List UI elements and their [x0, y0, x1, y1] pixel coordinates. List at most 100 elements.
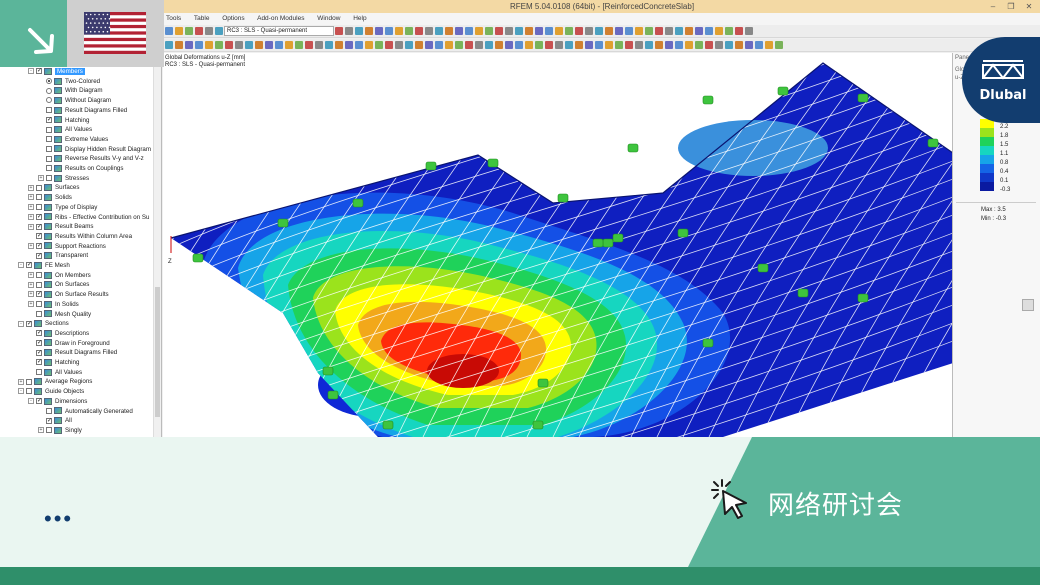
- collapse-icon[interactable]: -: [28, 398, 34, 405]
- toolbar-button-icon[interactable]: [425, 41, 433, 49]
- toolbar-button-icon[interactable]: [675, 41, 683, 49]
- tree-node[interactable]: Results on Couplings: [38, 164, 123, 174]
- toolbar-button-icon[interactable]: [445, 41, 453, 49]
- toolbar-button-icon[interactable]: [565, 41, 573, 49]
- checkbox[interactable]: [46, 145, 52, 152]
- tree-node[interactable]: + ✓ Ribs - Effective Contribution on Su: [28, 213, 149, 223]
- checkbox[interactable]: [36, 301, 42, 308]
- toolbar-button-icon[interactable]: [545, 27, 553, 35]
- toolbar-button-icon[interactable]: [755, 41, 763, 49]
- expand-icon[interactable]: +: [28, 242, 34, 249]
- collapse-icon[interactable]: -: [28, 68, 34, 75]
- checkbox[interactable]: ✓: [36, 223, 42, 230]
- tree-node[interactable]: Reverse Results V-y and V-z: [38, 154, 144, 164]
- toolbar-button-icon[interactable]: [215, 27, 223, 35]
- checkbox[interactable]: ✓: [46, 417, 52, 424]
- tree-node[interactable]: + ✓ On Surface Results: [28, 290, 109, 300]
- tree-node[interactable]: ✓ Hatching: [38, 116, 89, 126]
- tree-node[interactable]: + In Solids: [28, 300, 79, 310]
- toolbar-button-icon[interactable]: [365, 27, 373, 35]
- checkbox[interactable]: ✓: [36, 252, 42, 259]
- toolbar-button-icon[interactable]: [715, 27, 723, 35]
- tree-node[interactable]: + Type of Display: [28, 203, 97, 213]
- expand-icon[interactable]: +: [28, 184, 34, 191]
- toolbar-button-icon[interactable]: [385, 27, 393, 35]
- toolbar-button-icon[interactable]: [375, 41, 383, 49]
- toolbar-button-icon[interactable]: [455, 41, 463, 49]
- toolbar-button-icon[interactable]: [335, 27, 343, 35]
- checkbox[interactable]: [46, 427, 52, 434]
- checkbox[interactable]: [36, 272, 42, 279]
- tree-node[interactable]: ✓ Hatching: [28, 358, 79, 368]
- toolbar-button-icon[interactable]: [535, 41, 543, 49]
- display-navigator-tree[interactable]: - ✓ Members Two-Colored With Diagram Without …: [0, 67, 162, 437]
- toolbar-button-icon[interactable]: [615, 41, 623, 49]
- expand-icon[interactable]: +: [28, 301, 34, 308]
- toolbar-button-icon[interactable]: [525, 41, 533, 49]
- toolbar-button-icon[interactable]: [505, 41, 513, 49]
- toolbar-button-icon[interactable]: [265, 41, 273, 49]
- toolbar-button-icon[interactable]: [365, 41, 373, 49]
- checkbox[interactable]: ✓: [26, 320, 32, 327]
- expand-icon[interactable]: +: [28, 291, 34, 298]
- toolbar-button-icon[interactable]: [245, 41, 253, 49]
- tree-node[interactable]: ✓ Draw in Foreground: [28, 339, 110, 349]
- expand-icon[interactable]: +: [28, 194, 34, 201]
- toolbar-button-icon[interactable]: [485, 41, 493, 49]
- checkbox[interactable]: [46, 107, 52, 114]
- minimize-button[interactable]: –: [984, 0, 1002, 13]
- toolbar-button-icon[interactable]: [615, 27, 623, 35]
- menu-window[interactable]: Window: [317, 15, 340, 22]
- maximize-button[interactable]: ❐: [1002, 0, 1020, 13]
- checkbox[interactable]: [36, 369, 42, 376]
- toolbar-button-icon[interactable]: [645, 27, 653, 35]
- load-combination-select[interactable]: RC3 : SLS - Quasi-permanent: [224, 26, 334, 36]
- menu-options[interactable]: Options: [222, 15, 244, 22]
- toolbar-button-icon[interactable]: [235, 41, 243, 49]
- toolbar-button-icon[interactable]: [345, 27, 353, 35]
- toolbar-button-icon[interactable]: [695, 27, 703, 35]
- toolbar-button-icon[interactable]: [325, 41, 333, 49]
- toolbar-button-icon[interactable]: [515, 27, 523, 35]
- toolbar-button-icon[interactable]: [685, 27, 693, 35]
- toolbar-button-icon[interactable]: [645, 41, 653, 49]
- tree-node[interactable]: Result Diagrams Filled: [38, 106, 127, 116]
- toolbar-button-icon[interactable]: [485, 27, 493, 35]
- toolbar-button-icon[interactable]: [435, 41, 443, 49]
- toolbar-button-icon[interactable]: [335, 41, 343, 49]
- toolbar-button-icon[interactable]: [415, 27, 423, 35]
- expand-icon[interactable]: +: [28, 204, 34, 211]
- tree-node[interactable]: Display Hidden Result Diagram: [38, 145, 151, 155]
- checkbox[interactable]: ✓: [26, 262, 32, 269]
- toolbar-button-icon[interactable]: [575, 41, 583, 49]
- tree-node[interactable]: + Average Regions: [18, 377, 92, 387]
- toolbar-button-icon[interactable]: [415, 41, 423, 49]
- tree-node[interactable]: Mesh Quality: [28, 310, 91, 320]
- toolbar-button-icon[interactable]: [775, 41, 783, 49]
- expand-icon[interactable]: +: [28, 223, 34, 230]
- expand-icon[interactable]: +: [38, 175, 44, 182]
- menu-add-on-modules[interactable]: Add-on Modules: [257, 15, 304, 22]
- toolbar-button-icon[interactable]: [435, 27, 443, 35]
- toolbar-button-icon[interactable]: [345, 41, 353, 49]
- toolbar-button-icon[interactable]: [625, 27, 633, 35]
- tree-node[interactable]: ✓ Results Within Column Area: [28, 232, 132, 242]
- checkbox[interactable]: ✓: [36, 233, 42, 240]
- tree-scrollbar[interactable]: [153, 67, 161, 437]
- tree-node[interactable]: + On Members: [28, 271, 91, 281]
- checkbox[interactable]: ✓: [36, 213, 42, 220]
- checkbox[interactable]: ✓: [36, 398, 42, 405]
- toolbar-button-icon[interactable]: [295, 41, 303, 49]
- collapse-icon[interactable]: -: [18, 320, 24, 327]
- toolbar-button-icon[interactable]: [495, 41, 503, 49]
- toolbar-button-icon[interactable]: [205, 27, 213, 35]
- expand-icon[interactable]: +: [38, 427, 44, 434]
- tree-node[interactable]: + ✓ Result Beams: [28, 222, 94, 232]
- tree-node[interactable]: - ✓ Dimensions: [28, 397, 87, 407]
- toolbar-button-icon[interactable]: [175, 41, 183, 49]
- expand-icon[interactable]: +: [28, 272, 34, 279]
- collapse-icon[interactable]: -: [18, 262, 24, 269]
- checkbox[interactable]: [36, 310, 42, 317]
- tree-node[interactable]: - Guide Objects: [18, 387, 84, 397]
- tree-node[interactable]: + Solids: [28, 193, 72, 203]
